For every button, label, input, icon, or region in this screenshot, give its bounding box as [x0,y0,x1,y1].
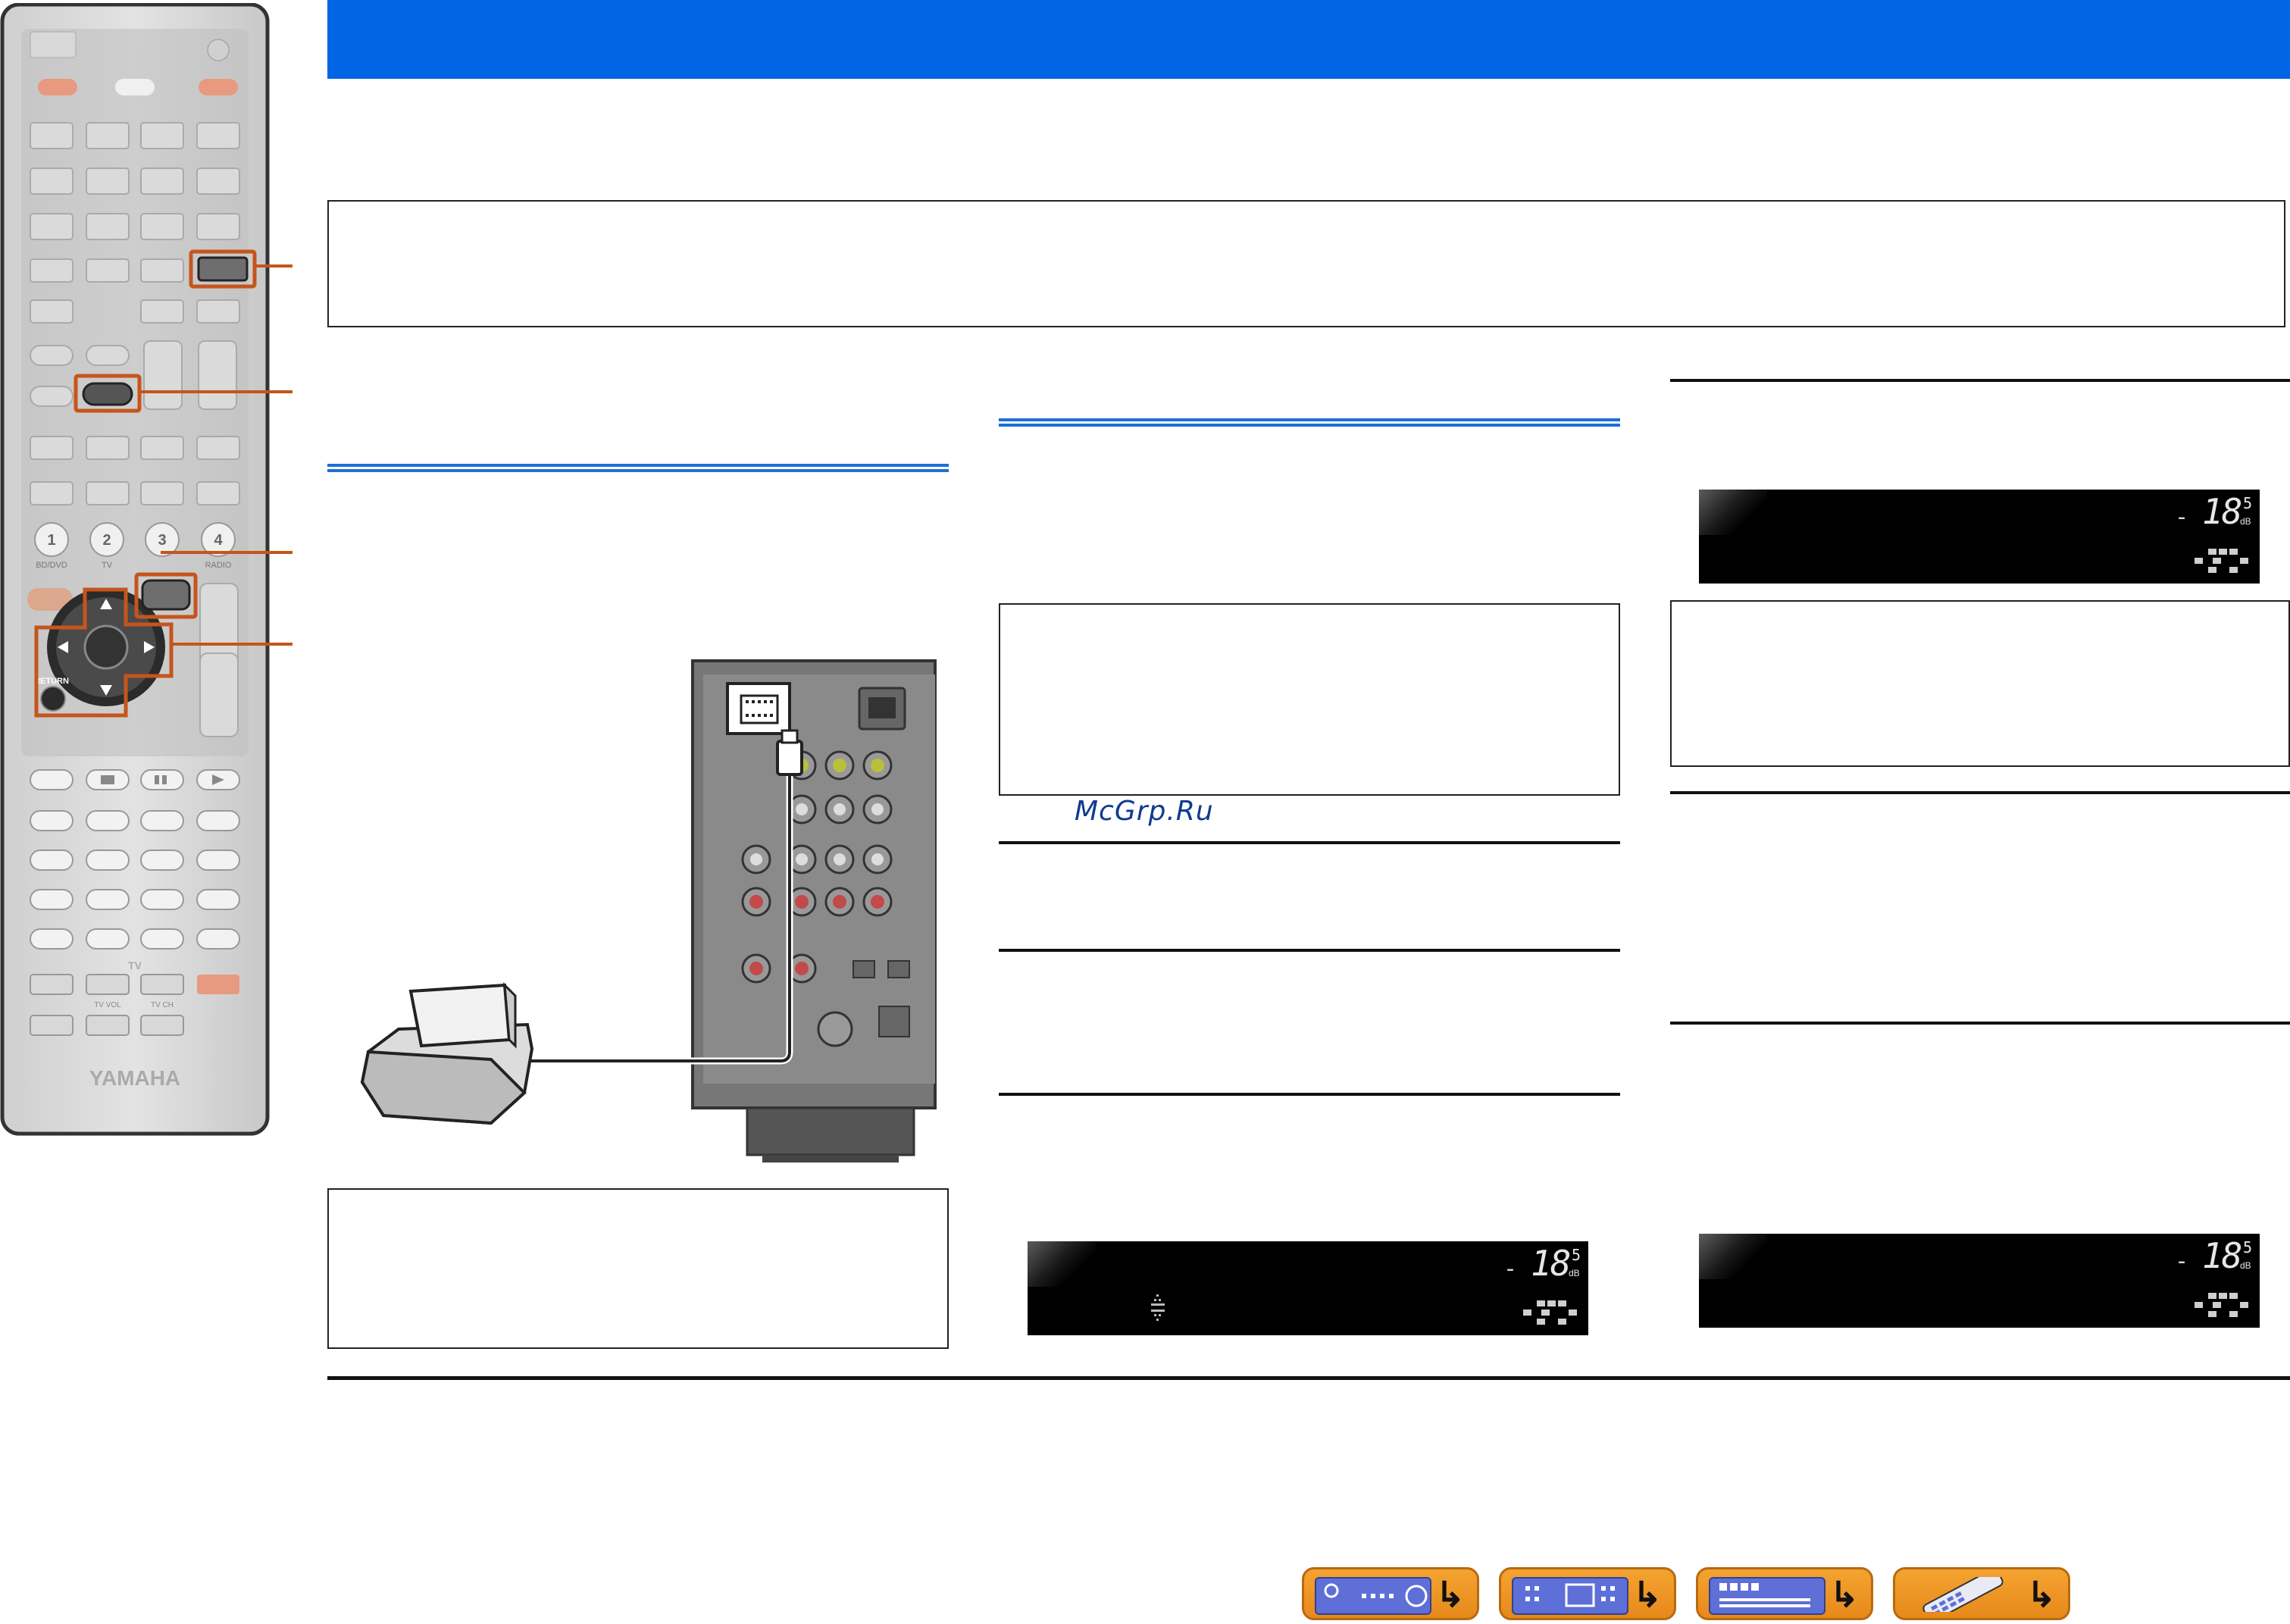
display-volume-decimal: 5 [2243,494,2253,512]
tv-group-label: TV [128,959,142,972]
signal-indicator-icon [1151,1294,1165,1321]
input-label-radio: RADIO [205,561,232,570]
connection-illustration [360,659,937,1162]
display-glare [1699,490,1767,535]
tv-vol-label: TV VOL [94,1001,121,1009]
footer-rule [327,1376,2290,1380]
leader-line-3 [161,551,293,554]
display-minus-sign: - [1503,1256,1518,1282]
note-box-top [327,200,2285,327]
key-2-label: 2 [102,532,111,549]
receiver-rear-icon [1512,1577,1628,1615]
note-box-right [1670,600,2290,767]
input-label-bd-dvd: BD/DVD [36,561,67,570]
section-rule-middle [999,418,1620,427]
jump-arrow-icon: ↳ [1435,1575,1465,1614]
jump-arrow-icon: ↳ [1829,1575,1859,1614]
display-glare [1028,1241,1096,1287]
watermark-text: McGrp.Ru [1075,796,1214,827]
note-box-left [327,1188,949,1349]
display-volume-decimal: 5 [1572,1246,1581,1264]
header-bar [327,0,2290,79]
step-rule-middle-1 [999,841,1620,844]
section-rule-left [327,464,949,472]
step-rule-right-3 [1670,1022,2290,1025]
leader-line-1 [255,264,293,268]
speaker-indicator-icon [1519,1300,1579,1325]
jump-arrow-icon: ↳ [2026,1575,2056,1614]
display-volume-value: 18 [2202,491,2242,532]
display-volume-decimal: 5 [2243,1238,2253,1256]
display-unit-label: dB [2240,1260,2251,1271]
display-minus-sign: - [2175,1248,2189,1275]
nav-button-rear-panel[interactable]: ↳ [1499,1567,1676,1620]
display-unit-label: dB [2240,516,2251,527]
key-3-label: 3 [158,532,166,549]
return-label: RETURN [34,677,69,686]
tv-ch-label: TV CH [151,1001,174,1009]
display-glare [1699,1234,1767,1279]
display-volume-value: 18 [1531,1243,1571,1284]
leader-line-4 [171,643,293,646]
front-display-icon [1709,1577,1825,1615]
display-minus-sign: - [2175,504,2189,530]
step-rule-right-1 [1670,379,2290,382]
input-label-tv: TV [102,561,113,570]
key-1-label: 1 [47,532,55,549]
note-box-middle [999,603,1620,796]
front-display-right-bottom: - 18 5 dB [1699,1234,2260,1328]
display-unit-label: dB [1569,1268,1580,1278]
leader-line-2 [139,390,293,393]
remote-control-illustration: 1 2 3 4 BD/DVD TV RADIO RETURN TV TV VOL… [0,3,270,1136]
step-rule-middle-3 [999,1093,1620,1096]
nav-button-front-display[interactable]: ↳ [1696,1567,1873,1620]
key-4-label: 4 [214,532,223,549]
display-volume-value: 18 [2202,1235,2242,1276]
nav-button-remote[interactable]: ↳ [1893,1567,2070,1622]
speaker-indicator-icon [2190,549,2251,573]
nav-button-front-panel[interactable]: ↳ [1302,1567,1479,1620]
remote-control-icon [1906,1568,2019,1622]
jump-arrow-icon: ↳ [1632,1575,1662,1614]
speaker-indicator-icon [2190,1293,2251,1317]
step-rule-right-2 [1670,791,2290,794]
front-display-right-top: - 18 5 dB [1699,490,2260,584]
step-rule-middle-2 [999,949,1620,952]
brand-logo: YAMAHA [89,1066,180,1090]
receiver-front-icon [1315,1577,1431,1615]
front-display-middle: - 18 5 dB [1028,1241,1588,1335]
